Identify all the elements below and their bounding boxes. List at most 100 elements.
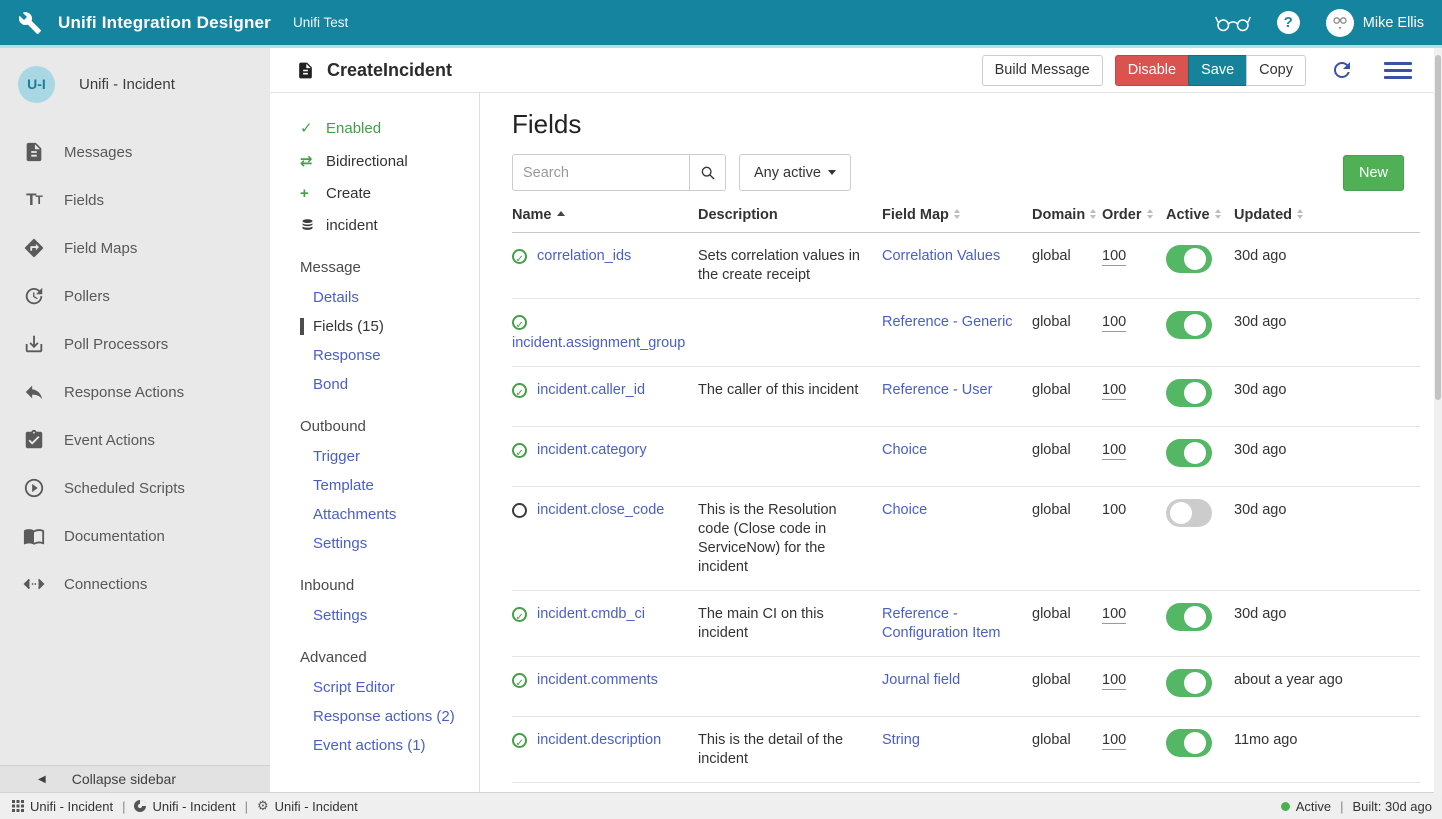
field-map-link[interactable]: Reference - Configuration Item — [882, 606, 1000, 641]
field-map-link[interactable]: Correlation Values — [882, 248, 1000, 264]
download-icon — [22, 332, 46, 356]
disable-button[interactable]: Disable — [1115, 55, 1189, 86]
table-row: incident.category Choice global 100 30d … — [512, 427, 1420, 487]
nav-link-outbound-settings[interactable]: Settings — [313, 535, 479, 552]
active-toggle[interactable] — [1166, 669, 1212, 697]
active-toggle[interactable] — [1166, 245, 1212, 273]
column-header-name[interactable]: Name — [512, 207, 698, 223]
field-name-link[interactable]: incident.category — [537, 441, 647, 460]
sidebar-item-messages[interactable]: Messages — [0, 128, 270, 176]
direction-status[interactable]: ⇄ Bidirectional — [300, 152, 479, 170]
search-button[interactable] — [690, 154, 726, 191]
order-value[interactable]: 100 — [1102, 606, 1126, 624]
nav-link-template[interactable]: Template — [313, 477, 479, 494]
order-value[interactable]: 100 — [1102, 732, 1126, 750]
save-button[interactable]: Save — [1188, 55, 1247, 86]
field-name-link[interactable]: incident.caller_id — [537, 381, 645, 400]
nav-section-inbound: Inbound Settings — [300, 577, 479, 624]
bidirectional-arrows-icon: ⇄ — [300, 152, 320, 170]
fields-table: Name Description Field Map Domain Order … — [512, 207, 1420, 792]
field-map-link[interactable]: String — [882, 732, 920, 748]
sidebar-item-connections[interactable]: Connections — [0, 560, 270, 608]
order-value[interactable]: 100 — [1102, 248, 1126, 266]
field-domain: global — [1032, 441, 1102, 473]
integration-header[interactable]: U-I Unifi - Incident — [0, 48, 270, 106]
column-header-order[interactable]: Order — [1102, 207, 1166, 223]
field-name-link[interactable]: incident.assignment_group — [512, 334, 685, 353]
active-filter-dropdown[interactable]: Any active — [739, 154, 851, 191]
sidebar-item-field-maps[interactable]: Field Maps — [0, 224, 270, 272]
active-toggle[interactable] — [1166, 499, 1212, 527]
nav-link-trigger[interactable]: Trigger — [313, 448, 479, 465]
column-header-domain[interactable]: Domain — [1032, 207, 1102, 223]
clipboard-check-icon — [22, 428, 46, 452]
field-state-icon — [512, 443, 527, 458]
field-name-link[interactable]: incident.comments — [537, 671, 658, 690]
nav-link-details[interactable]: Details — [313, 289, 479, 306]
table-row: incident.close_code This is the Resoluti… — [512, 487, 1420, 591]
statusbar-tab-3[interactable]: ⚙ Unifi - Incident — [257, 798, 358, 814]
build-message-button[interactable]: Build Message — [982, 55, 1103, 86]
nav-link-inbound-settings[interactable]: Settings — [313, 607, 479, 624]
statusbar-tab-2[interactable]: Unifi - Incident — [134, 799, 235, 814]
sidebar-item-documentation[interactable]: Documentation — [0, 512, 270, 560]
order-value[interactable]: 100 — [1102, 672, 1126, 690]
field-updated: 30d ago — [1234, 313, 1420, 353]
nav-link-response[interactable]: Response — [313, 347, 479, 364]
order-value[interactable]: 100 — [1102, 314, 1126, 332]
field-name-link[interactable]: incident.description — [537, 731, 661, 750]
active-toggle[interactable] — [1166, 603, 1212, 631]
reader-glasses-icon[interactable] — [1215, 12, 1251, 34]
field-name-link[interactable]: incident.cmdb_ci — [537, 605, 645, 624]
scrollbar-thumb[interactable] — [1435, 55, 1441, 400]
sidebar-item-poll-processors[interactable]: Poll Processors — [0, 320, 270, 368]
collapse-sidebar-button[interactable]: ◀ Collapse sidebar — [0, 765, 270, 792]
user-menu[interactable]: Mike Ellis — [1326, 9, 1424, 37]
field-name-link[interactable]: correlation_ids — [537, 247, 631, 266]
order-value[interactable]: 100 — [1102, 442, 1126, 460]
sidebar-item-event-actions[interactable]: Event Actions — [0, 416, 270, 464]
field-map-link[interactable]: Choice — [882, 442, 927, 458]
environment-name[interactable]: Unifi Test — [293, 15, 348, 30]
new-field-button[interactable]: New — [1343, 155, 1404, 191]
column-header-description[interactable]: Description — [698, 207, 882, 223]
active-toggle[interactable] — [1166, 439, 1212, 467]
order-value[interactable]: 100 — [1102, 502, 1126, 518]
copy-button[interactable]: Copy — [1246, 55, 1306, 86]
menu-icon[interactable] — [1384, 58, 1412, 83]
nav-link-fields[interactable]: Fields (15) — [300, 318, 479, 335]
active-toggle[interactable] — [1166, 379, 1212, 407]
vertical-scrollbar[interactable] — [1434, 48, 1442, 795]
enabled-status[interactable]: ✓ Enabled — [300, 119, 479, 137]
active-toggle[interactable] — [1166, 729, 1212, 757]
help-icon[interactable]: ? — [1277, 11, 1300, 34]
field-map-link[interactable]: Choice — [882, 502, 927, 518]
sidebar-item-pollers[interactable]: Pollers — [0, 272, 270, 320]
nav-link-response-actions[interactable]: Response actions (2) — [313, 708, 479, 725]
nav-link-event-actions[interactable]: Event actions (1) — [313, 737, 479, 754]
statusbar-tab-1[interactable]: Unifi - Incident — [12, 799, 113, 814]
field-description: The main CI on this incident — [698, 605, 882, 643]
table-status[interactable]: incident — [300, 217, 479, 234]
column-header-updated[interactable]: Updated — [1234, 207, 1420, 223]
sidebar-item-fields[interactable]: TT Fields — [0, 176, 270, 224]
field-domain: global — [1032, 671, 1102, 703]
active-toggle[interactable] — [1166, 311, 1212, 339]
type-status[interactable]: + Create — [300, 185, 479, 202]
field-name-link[interactable]: incident.close_code — [537, 501, 664, 520]
chevron-down-icon — [828, 170, 836, 175]
column-header-field-map[interactable]: Field Map — [882, 207, 1032, 223]
nav-link-script-editor[interactable]: Script Editor — [313, 679, 479, 696]
column-header-active[interactable]: Active — [1166, 207, 1234, 223]
order-value[interactable]: 100 — [1102, 382, 1126, 400]
nav-link-bond[interactable]: Bond — [313, 376, 479, 393]
field-map-link[interactable]: Reference - User — [882, 382, 992, 398]
field-updated: 30d ago — [1234, 247, 1420, 285]
refresh-icon[interactable] — [1330, 58, 1354, 82]
nav-link-attachments[interactable]: Attachments — [313, 506, 479, 523]
search-input[interactable] — [512, 154, 690, 191]
field-map-link[interactable]: Reference - Generic — [882, 314, 1013, 330]
sidebar-item-response-actions[interactable]: Response Actions — [0, 368, 270, 416]
field-map-link[interactable]: Journal field — [882, 672, 960, 688]
sidebar-item-scheduled-scripts[interactable]: Scheduled Scripts — [0, 464, 270, 512]
